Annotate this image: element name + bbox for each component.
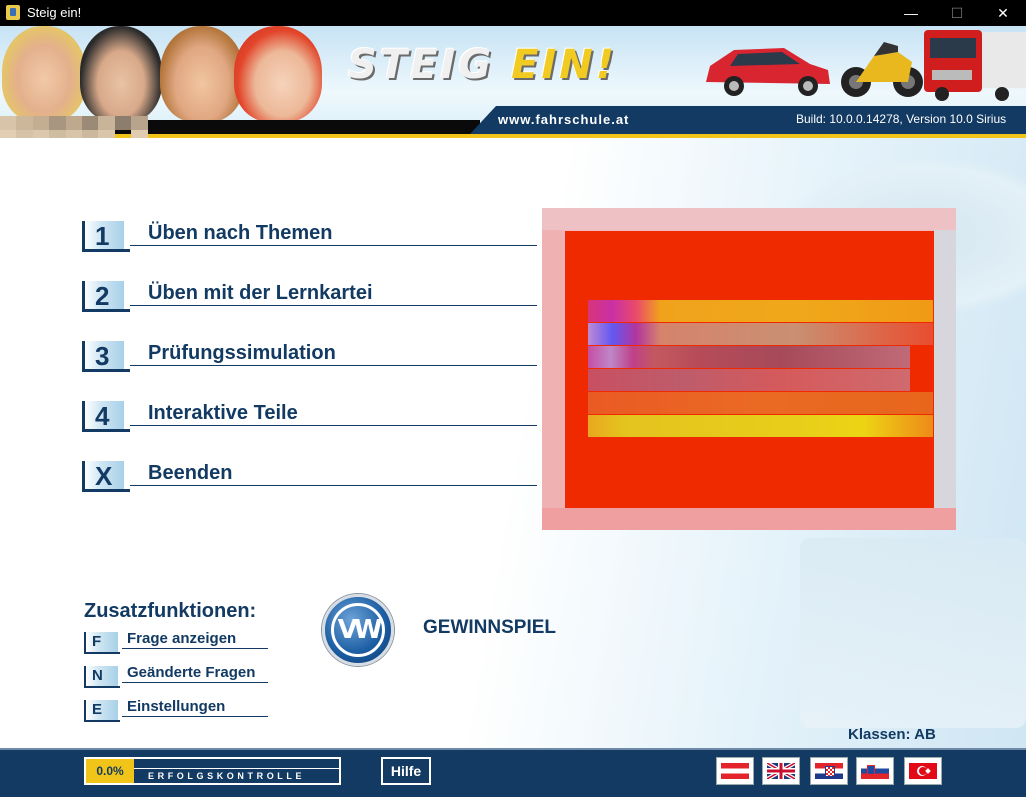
- extra-key-e: E: [84, 700, 120, 722]
- menu-key-4: 4: [82, 401, 130, 432]
- menu-underline: [130, 245, 537, 246]
- extra-label: Frage anzeigen: [127, 630, 237, 647]
- website-url[interactable]: www.fahrschule.at: [498, 112, 629, 127]
- red-car-image: [700, 38, 834, 98]
- menu-key-1: 1: [82, 221, 130, 252]
- uk-flag-button[interactable]: [762, 757, 800, 785]
- klassen-label: Klassen: AB: [848, 726, 936, 743]
- menu-item-lernkartei[interactable]: 2 Üben mit der Lernkartei: [82, 278, 537, 314]
- close-button[interactable]: ✕: [980, 0, 1026, 26]
- truck-image: [922, 26, 1026, 102]
- menu-key-x: X: [82, 461, 130, 492]
- austria-flag-button[interactable]: [716, 757, 754, 785]
- menu-item-pruefungssimulation[interactable]: 3 Prüfungssimulation: [82, 338, 537, 374]
- uk-flag-icon: [767, 763, 795, 779]
- menu-label: Üben mit der Lernkartei: [148, 282, 373, 304]
- progress-value: 0.0%: [86, 759, 134, 783]
- person-photo-3: [160, 26, 244, 122]
- erfolgskontrolle-progress[interactable]: 0.0% ERFOLGSKONTROLLE: [84, 757, 341, 785]
- progress-label: ERFOLGSKONTROLLE: [148, 771, 306, 781]
- minimize-button[interactable]: —: [888, 0, 934, 26]
- person-photo-4: [234, 26, 322, 122]
- turkey-flag-button[interactable]: [904, 757, 942, 785]
- menu-underline: [130, 485, 537, 486]
- app-icon: [6, 5, 20, 20]
- footer-bar: 0.0% ERFOLGSKONTROLLE Hilfe: [0, 748, 1026, 797]
- extra-geaenderte-fragen[interactable]: N Geänderte Fragen: [84, 664, 268, 688]
- menu-label: Üben nach Themen: [148, 222, 333, 244]
- person-photo-2: [80, 26, 162, 122]
- extra-label: Einstellungen: [127, 698, 226, 715]
- menu-item-interaktive-teile[interactable]: 4 Interaktive Teile: [82, 398, 537, 434]
- person-photo-1: [2, 26, 86, 122]
- menu-key-3: 3: [82, 341, 130, 372]
- menu-label: Interaktive Teile: [148, 402, 298, 424]
- blurred-name-area: [0, 116, 148, 138]
- advertisement-banner[interactable]: [542, 208, 956, 530]
- extra-einstellungen[interactable]: E Einstellungen: [84, 698, 268, 722]
- build-version: Build: 10.0.0.14278, Version 10.0 Sirius: [796, 112, 1007, 126]
- menu-item-themen[interactable]: 1 Üben nach Themen: [82, 218, 537, 254]
- window-titlebar: Steig ein! — ☐ ✕: [0, 0, 1026, 26]
- maximize-button[interactable]: ☐: [934, 0, 980, 26]
- extra-frage-anzeigen[interactable]: F Frage anzeigen: [84, 630, 268, 654]
- slovenia-flag-icon: [861, 763, 889, 779]
- help-button[interactable]: Hilfe: [381, 757, 431, 785]
- gewinnspiel-link[interactable]: GEWINNSPIEL: [423, 617, 556, 639]
- menu-underline: [130, 365, 537, 366]
- extra-underline: [122, 682, 268, 683]
- turkey-flag-icon: [909, 763, 937, 779]
- menu-underline: [130, 305, 537, 306]
- vw-logo[interactable]: VW: [322, 594, 394, 666]
- slovenia-flag-button[interactable]: [856, 757, 894, 785]
- menu-label: Prüfungssimulation: [148, 342, 336, 364]
- extra-key-f: F: [84, 632, 120, 654]
- croatia-flag-button[interactable]: [810, 757, 848, 785]
- menu-item-beenden[interactable]: X Beenden: [82, 458, 537, 494]
- extras-title: Zusatzfunktionen:: [84, 600, 257, 622]
- progress-divider: [134, 768, 339, 769]
- croatia-flag-icon: [815, 763, 843, 779]
- extra-underline: [122, 648, 268, 649]
- menu-label: Beenden: [148, 462, 233, 484]
- main-area: 1 Üben nach Themen 2 Üben mit der Lernka…: [0, 138, 1026, 748]
- menu-underline: [130, 425, 537, 426]
- header-banner: STEIG EIN! www.fahrschule.at Build: 10.0…: [0, 26, 1026, 138]
- vw-logo-text: VW: [331, 603, 385, 657]
- window-title: Steig ein!: [27, 5, 82, 20]
- motorcycle-image: [838, 32, 926, 100]
- background-truck-watermark: [800, 538, 1026, 728]
- extra-key-n: N: [84, 666, 120, 688]
- menu-key-2: 2: [82, 281, 130, 312]
- steig-ein-logo: STEIG EIN!: [348, 42, 618, 88]
- extra-label: Geänderte Fragen: [127, 664, 256, 681]
- extra-underline: [122, 716, 268, 717]
- austria-flag-icon: [721, 763, 749, 779]
